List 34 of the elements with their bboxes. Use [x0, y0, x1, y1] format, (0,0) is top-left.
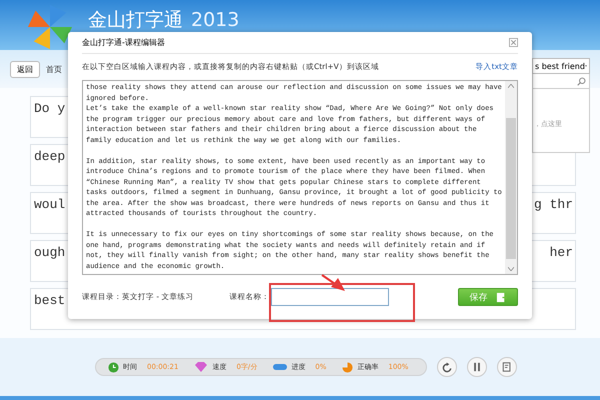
- dialog-title: 金山打字通-课程编辑器: [82, 37, 165, 48]
- typing-text: Do y: [34, 101, 66, 118]
- gem-icon: [194, 362, 208, 372]
- progress-pill-icon: [273, 364, 288, 370]
- typing-text: deep: [34, 149, 66, 166]
- clock-icon: [108, 362, 119, 372]
- search-icon: [577, 76, 586, 86]
- course-name-field[interactable]: [271, 288, 390, 306]
- back-button[interactable]: 返回: [10, 60, 40, 78]
- export-document-icon: [496, 292, 506, 302]
- typing-text: ough: [34, 245, 66, 262]
- home-link[interactable]: 首页: [46, 64, 62, 74]
- typing-text: her: [550, 245, 573, 262]
- scrollbar[interactable]: [505, 81, 517, 274]
- pause-button[interactable]: [467, 357, 488, 377]
- typing-text: best: [34, 293, 66, 310]
- course-text-area[interactable]: [82, 80, 518, 275]
- lesson-dropdown[interactable]: s best friend: [532, 58, 590, 74]
- pause-icon: [472, 362, 482, 372]
- typing-text: g thr: [534, 197, 573, 214]
- report-button[interactable]: [497, 357, 518, 377]
- document-icon: [502, 362, 512, 372]
- close-icon[interactable]: [509, 38, 518, 47]
- app-year: 2013: [191, 9, 240, 31]
- restart-icon: [442, 362, 453, 372]
- search-field[interactable]: [532, 74, 590, 89]
- annotation-arrow: [321, 274, 345, 291]
- pie-icon: [342, 362, 354, 372]
- app-title: 金山打字通: [88, 9, 183, 31]
- pinwheel-logo-icon: [26, 3, 74, 51]
- scroll-down-icon[interactable]: [508, 267, 514, 271]
- restart-button[interactable]: [437, 357, 458, 377]
- typing-text: woul: [34, 197, 66, 214]
- scroll-up-icon[interactable]: [508, 84, 514, 88]
